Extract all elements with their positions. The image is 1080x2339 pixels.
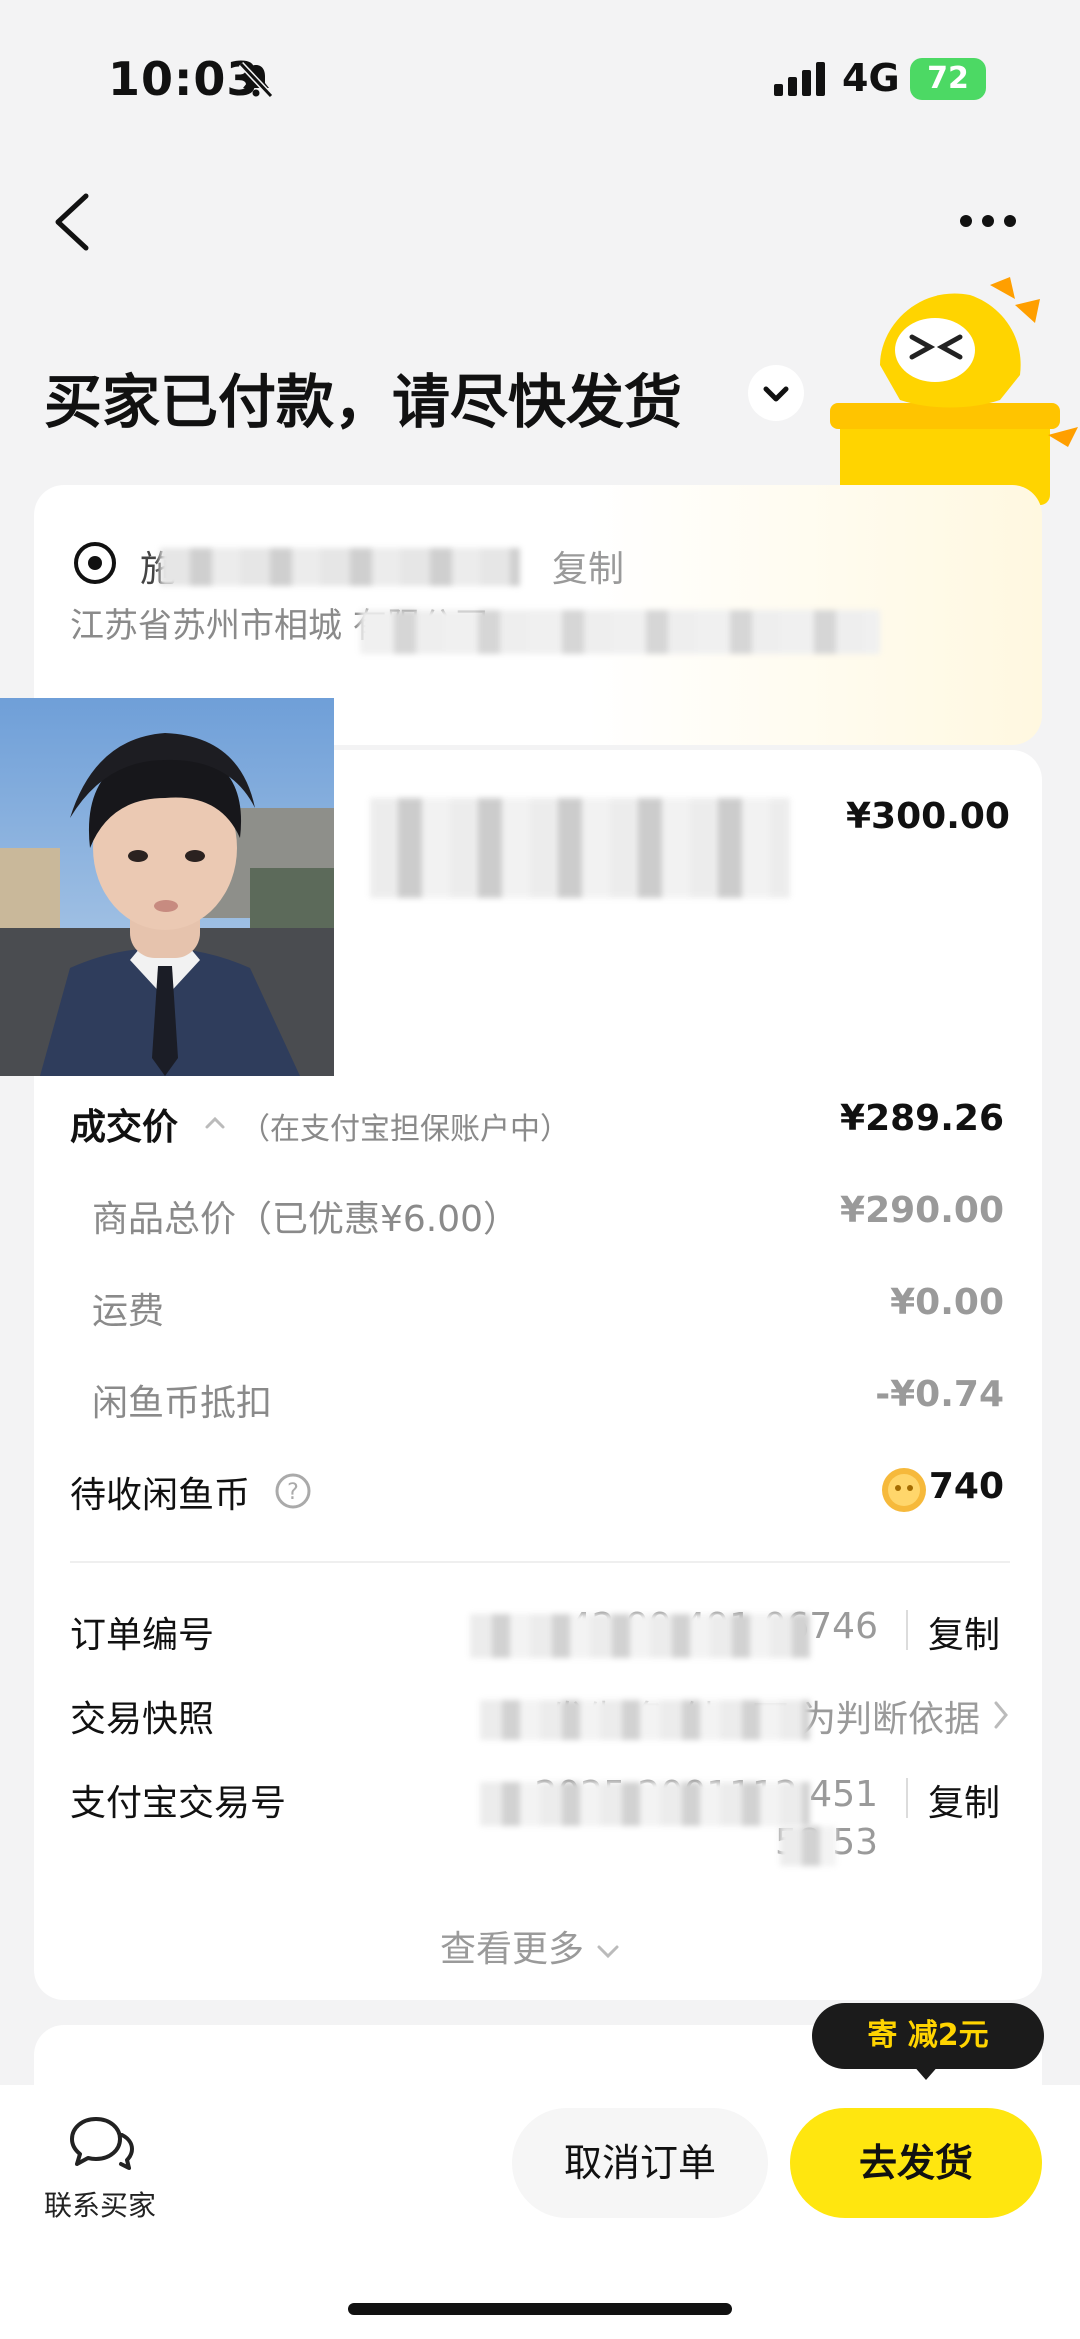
fish-mascot-icon [830, 277, 1078, 505]
chevron-up-icon[interactable] [204, 1112, 226, 1134]
shipping-discount-badge[interactable]: 寄 减2元 [812, 2003, 1044, 2069]
redacted-order-number [470, 1614, 810, 1658]
more-options-icon[interactable] [958, 206, 1018, 236]
silent-bell-icon [238, 61, 274, 99]
badge-tail [912, 2064, 940, 2080]
see-more-button[interactable]: 查看更多 [440, 1920, 621, 1972]
shipping-label: 运费 [92, 1291, 165, 1332]
redacted-address [360, 610, 880, 654]
cellular-signal-icon [774, 62, 825, 96]
chevron-right-icon[interactable] [990, 1698, 1012, 1732]
coin-deduction-value: -¥0.74 [875, 1374, 1004, 1415]
contact-buyer-label[interactable]: 联系买家 [44, 2184, 156, 2224]
subtotal-label: 商品总价（已优惠¥6.00） [92, 1199, 520, 1240]
divider [70, 1561, 1010, 1563]
deal-price-value: ¥289.26 [840, 1098, 1004, 1139]
see-more-label: 查看更多 [440, 1929, 585, 1970]
deal-price-label: 成交价 [70, 1107, 179, 1148]
redacted-snapshot-text [480, 1700, 810, 1740]
network-type: 4G [842, 56, 900, 100]
snapshot-label[interactable]: 交易快照 [70, 1690, 214, 1742]
redacted-alipay-number [480, 1782, 810, 1826]
chat-bubble-icon[interactable] [66, 2113, 138, 2175]
redacted-product-title [370, 798, 790, 898]
location-pin-icon [74, 542, 116, 584]
product-price: ¥300.00 [846, 796, 1010, 837]
battery-indicator: 72 [910, 58, 986, 100]
back-arrow-icon[interactable] [50, 190, 94, 254]
svg-text:?: ? [287, 1480, 299, 1505]
pending-coins-value: 740 [928, 1466, 1004, 1507]
ship-button[interactable]: 去发货 [790, 2108, 1042, 2218]
separator [906, 1610, 908, 1650]
home-indicator [348, 2303, 732, 2315]
shipping-value: ¥0.00 [890, 1282, 1004, 1323]
escrow-hint: （在支付宝担保账户中） [240, 1112, 570, 1147]
coin-deduction-label: 闲鱼币抵扣 [92, 1383, 273, 1424]
separator [906, 1778, 908, 1818]
redacted-alipay-number-2 [780, 1826, 836, 1866]
chevron-down-icon [763, 386, 789, 402]
address-copy-button[interactable]: 复制 [552, 540, 624, 592]
title-expand-button[interactable] [748, 365, 804, 421]
redacted-receiver-info [160, 548, 520, 586]
subtotal-value: ¥290.00 [840, 1190, 1004, 1231]
pending-coins-label: 待收闲鱼币 [70, 1475, 251, 1516]
page-title: 买家已付款，请尽快发货 [44, 368, 683, 436]
order-number-label: 订单编号 [70, 1615, 215, 1656]
xianyu-coin-icon [882, 1468, 926, 1512]
chevron-down-icon [597, 1945, 619, 1959]
product-photo[interactable] [0, 698, 334, 1076]
help-icon[interactable]: ? [274, 1472, 312, 1510]
cancel-order-button[interactable]: 取消订单 [512, 2108, 768, 2218]
copy-order-number-button[interactable]: 复制 [928, 1606, 1000, 1658]
copy-alipay-number-button[interactable]: 复制 [928, 1774, 1000, 1826]
alipay-number-label: 支付宝交易号 [70, 1783, 287, 1824]
